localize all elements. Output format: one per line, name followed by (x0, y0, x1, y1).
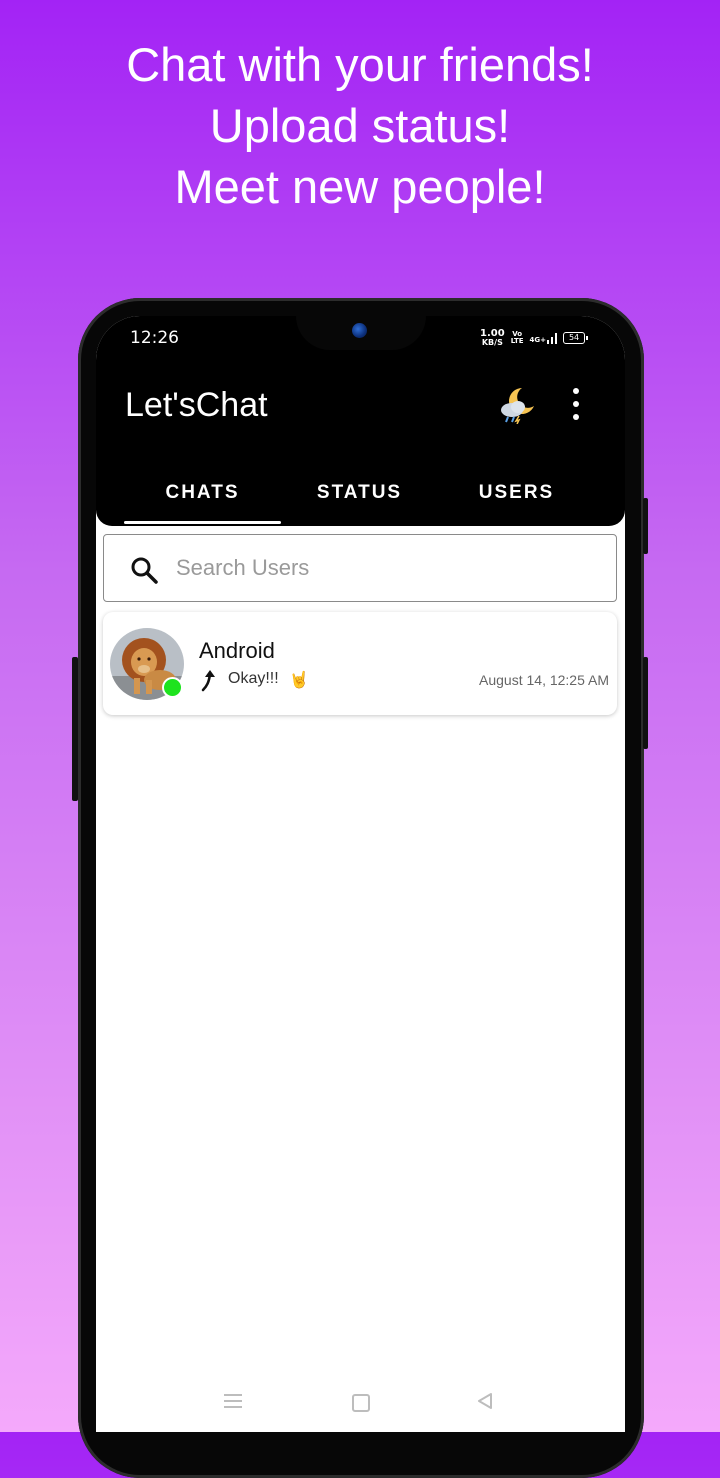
promo-headline: Chat with your friends! Upload status! M… (0, 34, 720, 217)
search-box (103, 534, 617, 602)
network-speed: 1.00 KB/S (480, 329, 505, 347)
battery-icon: 54 (563, 332, 589, 344)
phone-side-button-right-bottom (643, 657, 648, 749)
more-vert-icon[interactable] (564, 388, 588, 420)
system-nav-bar (96, 1384, 625, 1422)
battery-level: 54 (568, 333, 580, 342)
chat-contact-name: Android (199, 638, 275, 663)
promo-line-1: Chat with your friends! (126, 38, 594, 91)
chat-timestamp: August 14, 12:25 AM (479, 672, 609, 688)
app-title: Let'sChat (125, 386, 268, 424)
nav-home-button[interactable] (352, 1394, 370, 1412)
online-status-dot (162, 677, 183, 698)
nav-recents-button[interactable] (224, 1394, 242, 1408)
phone-side-button-right-top (643, 498, 648, 554)
chat-last-message: Okay!!! (228, 670, 279, 687)
promo-line-2: Upload status! (209, 99, 511, 152)
signal-icon: 4G+ (529, 332, 558, 344)
signal-bars-icon (547, 333, 558, 344)
phone-side-button-left (72, 657, 78, 801)
status-time: 12:26 (130, 328, 179, 348)
tab-chats[interactable]: CHATS (124, 466, 281, 524)
app-bar: 12:26 1.00 KB/S Vo LTE 4G+ 54 Let'sChat … (96, 316, 625, 526)
nav-back-button[interactable] (476, 1392, 494, 1410)
phone-screen: 12:26 1.00 KB/S Vo LTE 4G+ 54 Let'sChat … (96, 316, 625, 1432)
weather-night-icon[interactable] (498, 384, 538, 425)
status-icons: 1.00 KB/S Vo LTE 4G+ 54 (480, 329, 589, 347)
tab-bar: CHATS STATUS USERS (124, 466, 595, 524)
chat-message-emoji: 🤘 (289, 670, 309, 689)
volte-icon: Vo LTE (511, 331, 524, 345)
tab-status[interactable]: STATUS (281, 466, 438, 524)
network-type: 4G+ (529, 336, 547, 344)
sent-arrow-icon (201, 670, 215, 692)
network-speed-unit: KB/S (481, 338, 503, 347)
promo-line-3: Meet new people! (174, 160, 546, 213)
chat-list-item[interactable]: Android Okay!!! 🤘 August 14, 12:25 AM (103, 612, 617, 715)
search-input[interactable] (176, 547, 596, 589)
search-icon (131, 557, 158, 584)
front-camera-icon (352, 323, 367, 338)
tab-users[interactable]: USERS (438, 466, 595, 524)
volte-bottom: LTE (510, 337, 524, 345)
